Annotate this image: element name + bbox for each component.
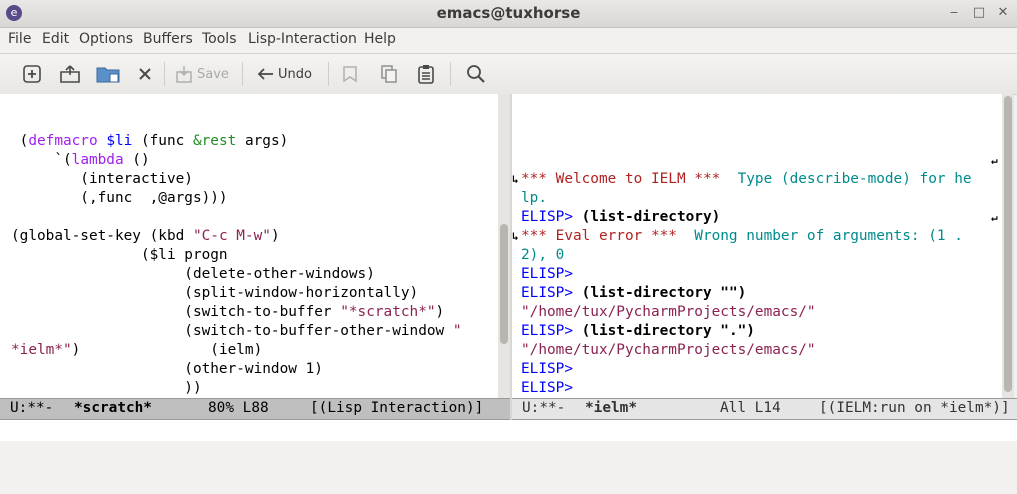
code-line: ELISP> [521,266,573,282]
close-window-button[interactable]: ✕ [993,3,1013,23]
menu-options[interactable]: Options [79,31,133,47]
code-line: 2), 0 [521,247,565,263]
buffer-status: U:**- [522,400,566,416]
code-line: ELISP> (list-directory) [521,209,721,225]
scratch-buffer-text[interactable]: (defmacro $li (func &rest args) `(lambda… [11,94,462,398]
echo-area[interactable] [0,420,1017,441]
menu-tools[interactable]: Tools [202,31,237,47]
code-line: "/home/tux/PycharmProjects/emacs/" [521,342,816,358]
menu-buffers[interactable]: Buffers [143,31,193,47]
code-line: ELISP> (list-directory ".") [521,323,755,339]
ielm-buffer-pane[interactable]: *** Welcome to IELM *** Type (describe-m… [512,94,1002,398]
code-line: *** Eval error *** Wrong number of argum… [521,228,963,244]
dired-button[interactable] [96,63,120,85]
search-button[interactable] [466,63,486,85]
buffer-name[interactable]: *scratch* [74,399,152,418]
save-icon [176,66,192,83]
toolbar-separator [450,62,451,86]
code-line: (delete-other-windows) [11,266,375,282]
ielm-mode-line[interactable]: U:**- *ielm* All L14 [(IELM:run on *ielm… [512,398,1017,420]
menu-bar: File Edit Options Buffers Tools Lisp-Int… [0,28,1017,52]
buffer-position: All L14 [720,400,781,416]
code-line: (split-window-horizontally) [11,285,419,301]
menu-help[interactable]: Help [364,31,396,47]
scratch-buffer-pane[interactable]: (defmacro $li (func &rest args) `(lambda… [0,94,498,398]
toolbar: Save Undo [0,53,1017,95]
new-file-button[interactable] [22,63,42,85]
code-line: ELISP> [521,380,573,396]
toolbar-separator [242,62,243,86]
code-line: (interactive) [11,171,193,187]
undo-label: Undo [278,66,312,82]
paste-icon [418,65,434,84]
code-line: lp. [521,190,547,206]
menu-file[interactable]: File [8,31,31,47]
scrollbar-thumb[interactable] [1004,96,1012,392]
ielm-buffer-text[interactable]: *** Welcome to IELM *** Type (describe-m… [521,94,972,398]
window-title: emacs@tuxhorse [436,4,581,22]
minimize-button[interactable]: ‒ [944,3,964,23]
paste-button[interactable] [416,63,436,85]
menu-edit[interactable]: Edit [42,31,69,47]
major-mode[interactable]: [(IELM:run on *ielm*)] [819,399,1010,418]
major-mode[interactable]: [(Lisp Interaction)] [310,399,483,418]
new-file-icon [23,65,41,83]
toolbar-separator [328,62,329,86]
save-label: Save [197,66,229,82]
code-line: *** Welcome to IELM *** Type (describe-m… [521,171,972,187]
continuation-arrow-icon: ↳ [512,173,519,186]
code-line: `(lambda () [11,152,150,168]
code-line: (global-set-key (kbd "C-c M-w") [11,228,280,244]
scratch-mode-line[interactable]: U:**- *scratch* 80% L88 [(Lisp Interacti… [0,398,510,420]
buffer-status: U:**- [10,400,54,416]
continuation-arrow-icon: ↵ [991,211,998,224]
code-line: *ielm*") (ielm) [11,342,263,358]
undo-button[interactable]: Undo [256,63,312,85]
code-line: ELISP> [521,361,573,377]
code-line: (,func ,@args))) [11,190,228,206]
menu-lisp-interaction[interactable]: Lisp-Interaction [248,31,357,47]
scrollbar-thumb[interactable] [500,224,508,344]
copy-button[interactable] [379,63,399,85]
close-buffer-button[interactable] [136,63,154,85]
code-line: (defmacro $li (func &rest args) [11,133,289,149]
continuation-arrow-icon: ↳ [512,230,519,243]
dired-icon [96,67,120,83]
copy-icon [381,65,397,83]
ielm-scrollbar[interactable] [1002,94,1014,398]
cut-icon [343,66,357,83]
code-line: ELISP> (list-directory "") [521,285,747,301]
code-line: )) [11,380,202,396]
save-button[interactable]: Save [174,63,229,85]
code-line: (other-window 1) [11,361,323,377]
buffer-position: 80% L88 [208,400,269,416]
open-folder-icon [60,65,80,83]
open-file-button[interactable] [59,63,81,85]
close-buffer-icon [139,68,151,80]
scratch-scrollbar[interactable] [498,94,510,398]
code-line: "/home/tux/PycharmProjects/emacs/" [521,304,816,320]
code-line: ($li progn [11,247,228,263]
toolbar-separator [164,62,165,86]
code-line: (switch-to-buffer "*scratch*") [11,304,445,320]
code-line: (switch-to-buffer-other-window " [11,323,462,339]
undo-icon [257,68,273,80]
buffer-name[interactable]: *ielm* [585,399,637,418]
title-bar: e emacs@tuxhorse ‒ □ ✕ [0,0,1017,28]
cut-button[interactable] [340,63,360,85]
maximize-button[interactable]: □ [969,3,989,23]
search-icon [467,65,485,83]
continuation-arrow-icon: ↵ [991,154,998,167]
